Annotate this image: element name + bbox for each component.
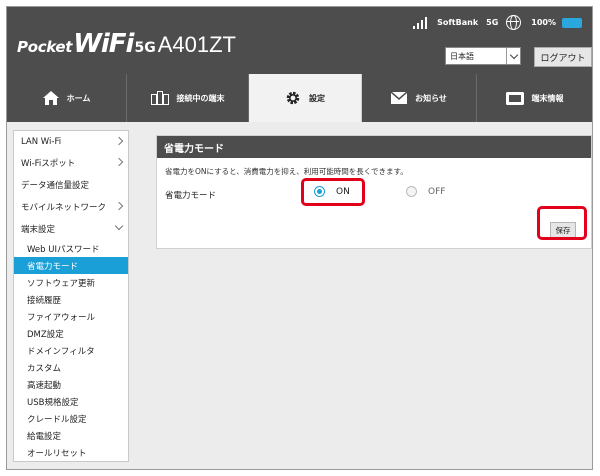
tab-settings[interactable]: 設定 [249,74,362,122]
main-tabs: ホーム 接続中の端末 設定 お知らせ 端末情報 [7,74,592,122]
tab-notices-label: お知らせ [415,93,447,103]
devices-icon [150,91,169,105]
tab-settings-label: 設定 [309,93,325,103]
status-bar: SoftBank 5G 100% [413,15,582,30]
submenu-item-cradle[interactable]: クレードル設定 [14,410,128,427]
logout-button[interactable]: ログアウト [534,47,592,67]
chevron-right-icon [114,157,124,167]
submenu-item-webui-password[interactable]: Web UIパスワード [14,240,128,257]
sidebar-item-mobile-network[interactable]: モバイルネットワーク [13,196,129,218]
home-icon [42,91,59,105]
content-area: LAN Wi-Fi Wi-Fiスポット データ通信量設定 モバイルネットワーク … [7,122,592,469]
logo-pocket: Pocket [17,38,73,56]
battery-icon [562,17,582,28]
submenu-item-factory-reset[interactable]: オールリセット [14,444,128,461]
sidebar-item-label: データ通信量設定 [21,181,90,191]
power-saving-label: 省電力モード [165,191,217,201]
carrier-name: SoftBank [437,18,479,27]
chevron-right-icon [114,136,124,146]
submenu-item-firewall[interactable]: ファイアウォール [14,308,128,325]
header: Pocket WiFi 5G A401ZT SoftBank 5G 100% 日… [7,7,592,73]
language-select[interactable]: 日本語 [445,47,521,65]
panel-description: 省電力をONにすると、消費電力を抑え、利用可能時間を長くできます。 [165,167,408,176]
submenu-item-power-supply[interactable]: 給電設定 [14,427,128,444]
submenu-item-custom[interactable]: カスタム [14,359,128,376]
submenu-item-software-update[interactable]: ソフトウェア更新 [14,274,128,291]
model-name: A401ZT [157,32,236,57]
gear-icon [285,90,301,106]
tab-device-info[interactable]: 端末情報 [477,74,592,122]
submenu-item-domain-filter[interactable]: ドメインフィルタ [14,342,128,359]
network-type: 5G [486,18,499,27]
submenu-item-power-saving[interactable]: 省電力モード [14,257,128,274]
sidebar-item-lan-wifi[interactable]: LAN Wi-Fi [13,130,129,152]
sidebar-item-wifi-spot[interactable]: Wi-Fiスポット [13,152,129,174]
on-highlight-box [301,178,365,206]
tab-devices-label: 接続中の端末 [176,93,225,103]
tab-device-info-label: 端末情報 [531,93,564,103]
device-settings-submenu: Web UIパスワード 省電力モード ソフトウェア更新 接続履歴 ファイアウォー… [13,240,129,462]
sidebar-item-device-settings[interactable]: 端末設定 [13,218,129,240]
sidebar-item-data-usage[interactable]: データ通信量設定 [13,174,129,196]
logo-5g: 5G [134,40,156,56]
signal-strength-icon [413,16,429,29]
chevron-down-icon [506,48,520,64]
sidebar-item-label: モバイルネットワーク [21,203,107,213]
tab-connected-devices[interactable]: 接続中の端末 [127,74,249,122]
power-saving-panel: 省電力モード 省電力をONにすると、消費電力を抑え、利用可能時間を長くできます。… [156,135,592,249]
save-highlight-box [537,206,587,240]
tab-home-label: ホーム [66,93,91,103]
logo-wifi: WiFi [73,29,134,59]
sidebar-item-label: LAN Wi-Fi [21,136,62,147]
panel-title: 省電力モード [157,136,591,158]
submenu-item-usb-standard[interactable]: USB規格設定 [14,393,128,410]
settings-sidebar: LAN Wi-Fi Wi-Fiスポット データ通信量設定 モバイルネットワーク … [13,130,129,462]
sidebar-item-label: Wi-Fiスポット [21,159,76,169]
submenu-item-dmz[interactable]: DMZ設定 [14,325,128,342]
chevron-right-icon [114,201,124,211]
radio-off[interactable]: OFF [406,186,445,197]
sidebar-item-label: 端末設定 [21,225,56,235]
tab-notices[interactable]: お知らせ [362,74,477,122]
globe-icon [506,15,522,30]
pocket-wifi-logo: Pocket WiFi 5G A401ZT [17,29,236,59]
submenu-item-connection-history[interactable]: 接続履歴 [14,291,128,308]
router-admin-window: Pocket WiFi 5G A401ZT SoftBank 5G 100% 日… [6,6,593,470]
submenu-item-fast-boot[interactable]: 高速起動 [14,376,128,393]
language-selected-value: 日本語 [450,51,474,61]
tab-home[interactable]: ホーム [7,74,127,122]
radio-off-indicator [406,186,417,197]
radio-off-label: OFF [428,186,446,197]
chevron-down-icon [114,221,124,231]
device-info-icon [505,91,524,105]
envelope-icon [391,92,408,104]
battery-percent: 100% [531,18,556,27]
